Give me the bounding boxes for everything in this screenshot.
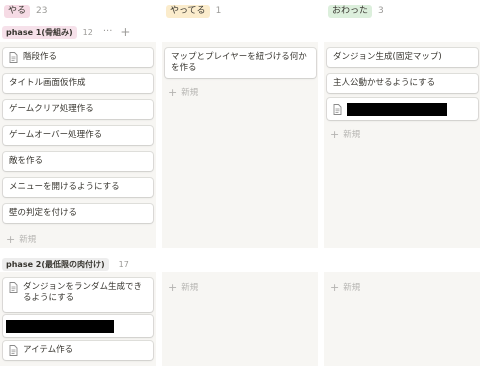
new-label: 新規	[181, 283, 199, 293]
card-title: 主人公動かせるようにする	[333, 78, 436, 88]
group-label: phase 2(最低限の肉付け)	[2, 257, 109, 271]
group-label: phase 1(骨組み)	[2, 25, 77, 39]
card-todo2-3[interactable]: アイテム作る	[3, 341, 153, 360]
redacted-title	[347, 102, 447, 116]
group-count: 12	[82, 27, 93, 37]
card-todo-4[interactable]: ゲームオーバー処理作る	[3, 126, 153, 145]
page-icon	[9, 282, 18, 293]
column-count: 1	[215, 6, 222, 16]
group-header-phase1[interactable]: phase 1(骨組み) 12 ··· +	[2, 24, 130, 40]
plus-icon: +	[168, 85, 178, 99]
column-count: 3	[378, 6, 384, 16]
card-title: ダンジョン生成(固定マップ)	[333, 52, 442, 62]
card-done-1[interactable]: ダンジョン生成(固定マップ)	[327, 48, 478, 67]
new-card-button[interactable]: + 新規	[330, 280, 361, 294]
card-todo2-2[interactable]	[3, 315, 153, 337]
card-done-3[interactable]	[327, 98, 478, 120]
card-title: アイテム作る	[23, 345, 74, 355]
card-title: ゲームクリア処理作る	[9, 104, 94, 114]
card-title: 階段作る	[23, 52, 58, 62]
card-doing-1[interactable]: マップとプレイヤーを紐づける何かを作る	[165, 48, 316, 78]
card-title: 壁の判定を付ける	[9, 208, 78, 218]
column-header-doing[interactable]: やってる 1	[166, 4, 221, 18]
column-done-group1	[324, 42, 480, 248]
group-count: 17	[118, 259, 129, 269]
new-card-button[interactable]: + 新規	[6, 232, 37, 246]
card-title: タイトル画面仮作成	[9, 78, 86, 88]
column-header-done[interactable]: おわった 3	[328, 4, 384, 18]
card-todo-3[interactable]: ゲームクリア処理作る	[3, 100, 153, 119]
redacted-title	[6, 319, 114, 333]
status-badge: やってる	[166, 4, 210, 18]
more-options-icon[interactable]: ···	[103, 27, 113, 37]
card-title: ダンジョンをランダム生成できるようにする	[23, 282, 143, 303]
new-card-button[interactable]: + 新規	[330, 127, 361, 141]
status-badge: やる	[4, 4, 31, 18]
card-todo-7[interactable]: 壁の判定を付ける	[3, 204, 153, 223]
card-done-2[interactable]: 主人公動かせるようにする	[327, 74, 478, 93]
new-card-button[interactable]: + 新規	[168, 85, 199, 99]
new-label: 新規	[181, 88, 199, 98]
card-title: ゲームオーバー処理作る	[9, 130, 103, 140]
new-label: 新規	[19, 235, 37, 245]
column-header-todo[interactable]: やる 23	[4, 4, 47, 18]
plus-icon: +	[330, 280, 340, 294]
new-label: 新規	[343, 130, 361, 140]
plus-icon: +	[6, 232, 16, 246]
card-todo-6[interactable]: メニューを開けるようにする	[3, 178, 153, 197]
column-count: 23	[36, 6, 48, 16]
card-title: マップとプレイヤーを紐づける何かを作る	[171, 52, 307, 73]
card-todo2-1[interactable]: ダンジョンをランダム生成できるようにする	[3, 278, 153, 312]
card-todo-2[interactable]: タイトル画面仮作成	[3, 74, 153, 93]
add-icon[interactable]: +	[120, 26, 130, 38]
page-icon	[9, 345, 18, 356]
status-badge: おわった	[328, 4, 373, 18]
new-card-button[interactable]: + 新規	[168, 280, 199, 294]
plus-icon: +	[168, 280, 178, 294]
card-title: メニューを開けるようにする	[9, 182, 120, 192]
plus-icon: +	[330, 127, 340, 141]
new-label: 新規	[343, 283, 361, 293]
card-title: 敵を作る	[9, 156, 44, 166]
card-todo-1[interactable]: 階段作る	[3, 48, 153, 67]
card-todo-5[interactable]: 敵を作る	[3, 152, 153, 171]
page-icon	[333, 103, 342, 115]
group-header-phase2[interactable]: phase 2(最低限の肉付け) 17	[2, 256, 129, 272]
page-icon	[9, 52, 18, 63]
